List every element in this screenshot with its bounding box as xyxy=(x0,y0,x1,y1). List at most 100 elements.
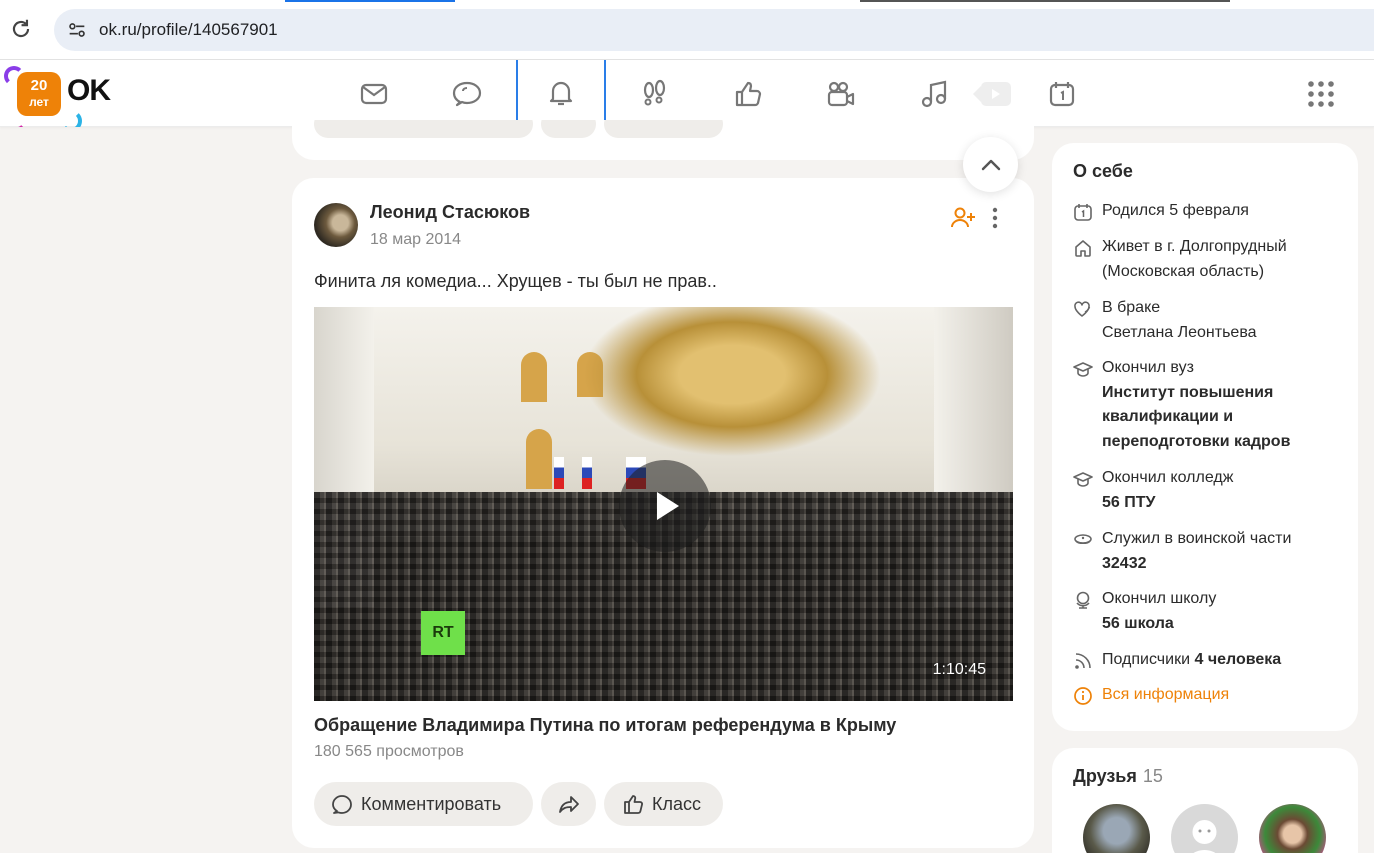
notifications-icon xyxy=(549,81,573,105)
about-card: О себе Родился 5 февраля Живет в г. Долг… xyxy=(1052,143,1358,731)
reload-icon[interactable] xyxy=(8,16,34,42)
video-player[interactable]: RT 1:10:45 xyxy=(314,307,1013,701)
nav-reactions[interactable] xyxy=(703,60,793,127)
browser-toolbar: ok.ru/profile/140567901 xyxy=(0,0,1374,60)
birthday-text: Родился 5 февраля xyxy=(1102,202,1249,219)
nav-discussions[interactable] xyxy=(422,60,512,127)
about-subscribers[interactable]: Подписчики 4 человека xyxy=(1072,648,1342,673)
previous-share-button[interactable] xyxy=(541,120,596,138)
military-cap-icon xyxy=(1074,534,1092,545)
music-icon xyxy=(921,80,947,107)
marriage-label: В браке xyxy=(1102,299,1161,316)
share-button[interactable] xyxy=(541,782,596,826)
video-duration: 1:10:45 xyxy=(932,661,986,678)
friends-count: 15 xyxy=(1142,766,1163,786)
about-birthday: Родился 5 февраля xyxy=(1072,199,1342,224)
home-icon xyxy=(1075,240,1091,257)
nav-calendar[interactable] xyxy=(1017,60,1107,127)
previous-like-button[interactable] xyxy=(604,120,723,138)
logo-decoration xyxy=(60,110,82,127)
ok-logo[interactable]: 20 лет OK xyxy=(0,60,130,127)
hearts-icon xyxy=(1074,301,1091,317)
friend-avatar[interactable] xyxy=(1259,804,1326,853)
comment-button[interactable]: Комментировать xyxy=(314,782,533,826)
friends-title-text: Друзья xyxy=(1073,766,1137,786)
graduation-cap-icon xyxy=(1073,472,1093,487)
previous-comment-button[interactable] xyxy=(314,120,533,138)
more-options-icon[interactable] xyxy=(984,205,1006,231)
school-name[interactable]: 56 школа xyxy=(1102,615,1174,632)
all-info-link[interactable]: Вся информация xyxy=(1072,683,1342,708)
university-label: Окончил вуз xyxy=(1102,359,1194,376)
apps-grid-icon[interactable] xyxy=(1306,79,1336,109)
video-frame xyxy=(554,457,564,489)
friends-title[interactable]: Друзья 15 xyxy=(1073,766,1163,787)
author-avatar[interactable] xyxy=(314,203,358,247)
discussions-icon xyxy=(452,81,482,106)
previous-post-card xyxy=(292,120,1034,160)
location-city[interactable]: Живет в г. Долгопрудный xyxy=(1102,238,1287,255)
feed-post: Леонид Стасюков 18 мар 2014 Финита ля ко… xyxy=(292,178,1034,848)
nav-messages[interactable] xyxy=(329,60,419,127)
nav-notifications[interactable] xyxy=(516,60,606,127)
video-frame xyxy=(582,307,882,457)
calendar-icon xyxy=(1049,81,1075,106)
video-frame xyxy=(582,457,592,489)
graduation-cap-icon xyxy=(1073,362,1093,377)
video-title[interactable]: Обращение Владимира Путина по итогам реф… xyxy=(314,715,896,736)
all-info-text[interactable]: Вся информация xyxy=(1102,686,1229,703)
video-watermark: RT xyxy=(421,611,465,655)
comment-icon xyxy=(332,795,352,814)
post-text: Финита ля комедиа... Хрущев - ты был не … xyxy=(314,271,717,291)
like-button[interactable]: Класс xyxy=(604,782,723,826)
share-icon xyxy=(558,796,579,813)
default-avatar-icon xyxy=(1192,820,1217,853)
video-frame xyxy=(526,429,552,489)
nav-video[interactable] xyxy=(796,60,886,127)
subscribers-value[interactable]: 4 человека xyxy=(1194,651,1281,668)
globe-icon xyxy=(1076,591,1090,609)
calendar-icon xyxy=(1074,204,1092,221)
video-views: 180 565 просмотров xyxy=(314,743,464,760)
college-name[interactable]: 56 ПТУ xyxy=(1102,494,1155,511)
military-label: Служил в воинской части xyxy=(1102,530,1292,547)
add-friend-icon[interactable] xyxy=(950,205,976,231)
about-military: Служил в воинской части 32432 xyxy=(1072,527,1342,576)
post-author[interactable]: Леонид Стасюков xyxy=(370,202,530,223)
tab-indicator-2 xyxy=(860,0,1230,2)
video-play-icon xyxy=(973,81,1011,106)
about-location: Живет в г. Долгопрудный (Московская обла… xyxy=(1072,235,1342,284)
badge-number: 20 xyxy=(30,77,48,94)
college-label: Окончил колледж xyxy=(1102,469,1234,486)
video-icon xyxy=(827,81,855,106)
about-school: Окончил школу 56 школа xyxy=(1072,587,1342,636)
comment-label: Комментировать xyxy=(361,793,502,814)
address-bar[interactable]: ok.ru/profile/140567901 xyxy=(54,9,1374,51)
post-date[interactable]: 18 мар 2014 xyxy=(370,231,461,249)
location-region: (Московская область) xyxy=(1102,262,1265,280)
nav-guests[interactable] xyxy=(609,60,699,127)
friend-avatar[interactable] xyxy=(1171,804,1238,853)
play-icon xyxy=(657,492,679,520)
friends-card: Друзья 15 xyxy=(1052,748,1358,853)
logo-text: OK xyxy=(67,74,111,107)
video-frame xyxy=(521,352,547,402)
university-name[interactable]: Институт повышения квалификации и перепо… xyxy=(1102,384,1290,450)
messages-icon xyxy=(360,83,388,104)
subscribers-label: Подписчики xyxy=(1102,651,1191,668)
rss-icon xyxy=(1075,653,1091,669)
about-university: Окончил вуз Институт повышения квалифика… xyxy=(1072,356,1342,454)
friend-avatar[interactable] xyxy=(1083,804,1150,853)
like-icon xyxy=(624,795,643,814)
marriage-spouse[interactable]: Светлана Леонтьева xyxy=(1102,324,1257,341)
reactions-icon xyxy=(735,81,762,106)
site-settings-icon[interactable] xyxy=(66,19,88,41)
anniversary-badge: 20 лет xyxy=(17,72,61,116)
about-college: Окончил колледж 56 ПТУ xyxy=(1072,466,1342,515)
url-text[interactable]: ok.ru/profile/140567901 xyxy=(99,20,278,40)
about-title: О себе xyxy=(1073,161,1133,181)
scroll-top-button[interactable] xyxy=(963,137,1018,192)
play-button[interactable] xyxy=(619,460,711,552)
like-label: Класс xyxy=(652,793,701,814)
military-unit[interactable]: 32432 xyxy=(1102,555,1147,572)
